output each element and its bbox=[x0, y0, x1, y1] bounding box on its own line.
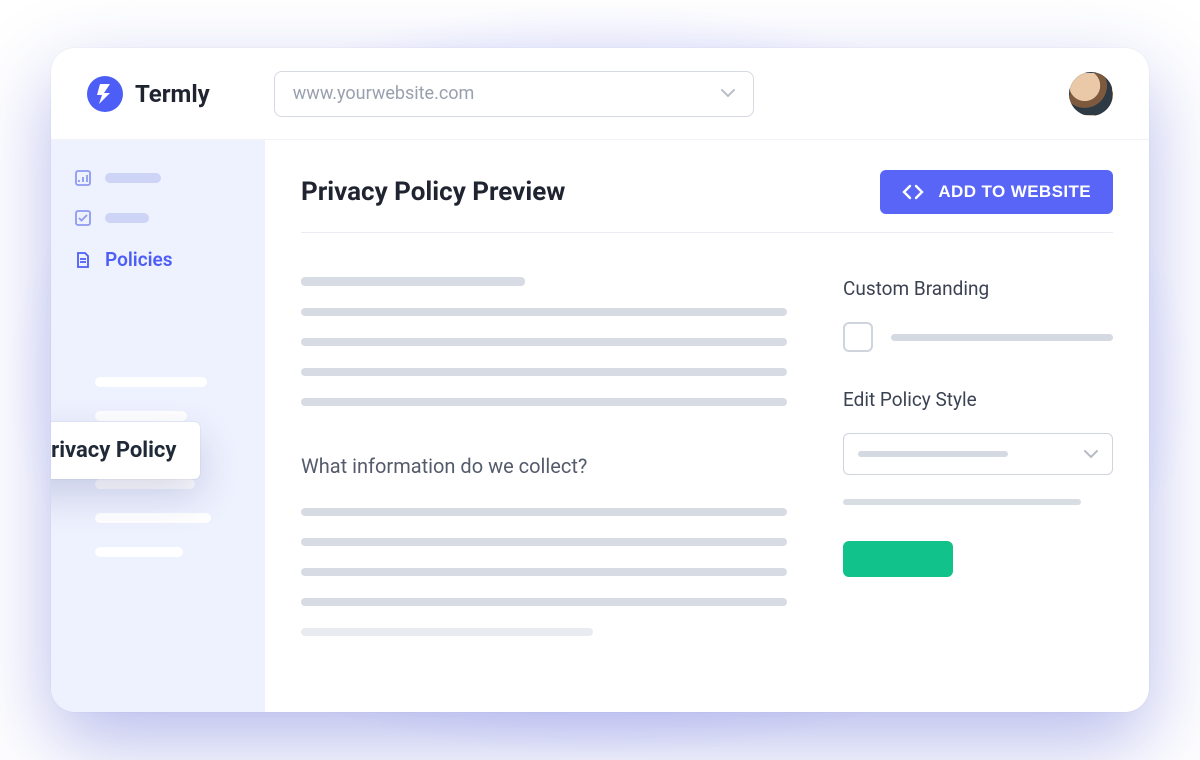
chevron-down-icon bbox=[1084, 445, 1098, 464]
add-to-website-label: ADD TO WEBSITE bbox=[938, 182, 1091, 202]
app-window: Termly www.yourwebsite.com bbox=[51, 48, 1149, 712]
brand-name: Termly bbox=[135, 80, 210, 108]
chart-icon bbox=[73, 168, 93, 188]
current-policy-label: Privacy Policy bbox=[51, 438, 176, 463]
edit-style-heading: Edit Policy Style bbox=[843, 388, 1113, 411]
add-to-website-button[interactable]: ADD TO WEBSITE bbox=[880, 170, 1113, 214]
style-hint bbox=[843, 499, 1081, 505]
sidebar-item-label: Policies bbox=[105, 248, 173, 271]
avatar[interactable] bbox=[1069, 72, 1113, 116]
preview-paragraph bbox=[301, 508, 787, 636]
branding-option-label bbox=[891, 334, 1113, 341]
header: Termly www.yourwebsite.com bbox=[51, 48, 1149, 140]
site-selector[interactable]: www.yourwebsite.com bbox=[274, 71, 754, 117]
settings-panel: Custom Branding Edit Policy Style bbox=[843, 277, 1113, 688]
check-icon bbox=[73, 208, 93, 228]
sidebar-subitem[interactable] bbox=[95, 411, 187, 421]
title-row: Privacy Policy Preview ADD TO WEBSITE bbox=[301, 170, 1113, 214]
sidebar-subitem[interactable] bbox=[95, 547, 183, 557]
sidebar-item-label bbox=[105, 173, 161, 183]
body: Policies Privacy Policy Privacy Policy P… bbox=[51, 140, 1149, 712]
style-select[interactable] bbox=[843, 433, 1113, 475]
apply-style-button[interactable] bbox=[843, 541, 953, 577]
sidebar-item-policies[interactable]: Policies bbox=[51, 238, 265, 281]
sidebar-subitem[interactable] bbox=[95, 479, 195, 489]
sidebar-subitem[interactable] bbox=[95, 377, 207, 387]
preview-paragraph bbox=[301, 277, 787, 406]
main: Privacy Policy Preview ADD TO WEBSITE bbox=[265, 140, 1149, 712]
branding-checkbox[interactable] bbox=[843, 322, 873, 352]
style-select-value bbox=[858, 451, 1008, 457]
page-title: Privacy Policy Preview bbox=[301, 177, 565, 207]
sidebar: Policies Privacy Policy bbox=[51, 140, 265, 712]
brand-logo-icon bbox=[87, 76, 123, 112]
sidebar-item-consent[interactable] bbox=[51, 198, 265, 238]
sidebar-item-dashboard[interactable] bbox=[51, 158, 265, 198]
policy-preview: What information do we collect? bbox=[301, 277, 787, 688]
brand: Termly bbox=[87, 76, 210, 112]
document-icon bbox=[73, 250, 93, 270]
code-icon bbox=[902, 184, 924, 200]
custom-branding-row bbox=[843, 322, 1113, 352]
custom-branding-heading: Custom Branding bbox=[843, 277, 1113, 300]
chevron-down-icon bbox=[721, 83, 735, 104]
divider bbox=[301, 232, 1113, 233]
sidebar-item-label bbox=[105, 213, 149, 223]
content-row: What information do we collect? Custom B… bbox=[301, 277, 1113, 688]
current-policy-callout: Privacy Policy bbox=[51, 422, 200, 479]
preview-section-heading: What information do we collect? bbox=[301, 454, 787, 478]
site-selector-value: www.yourwebsite.com bbox=[293, 83, 475, 104]
sidebar-subitem[interactable] bbox=[95, 513, 211, 523]
